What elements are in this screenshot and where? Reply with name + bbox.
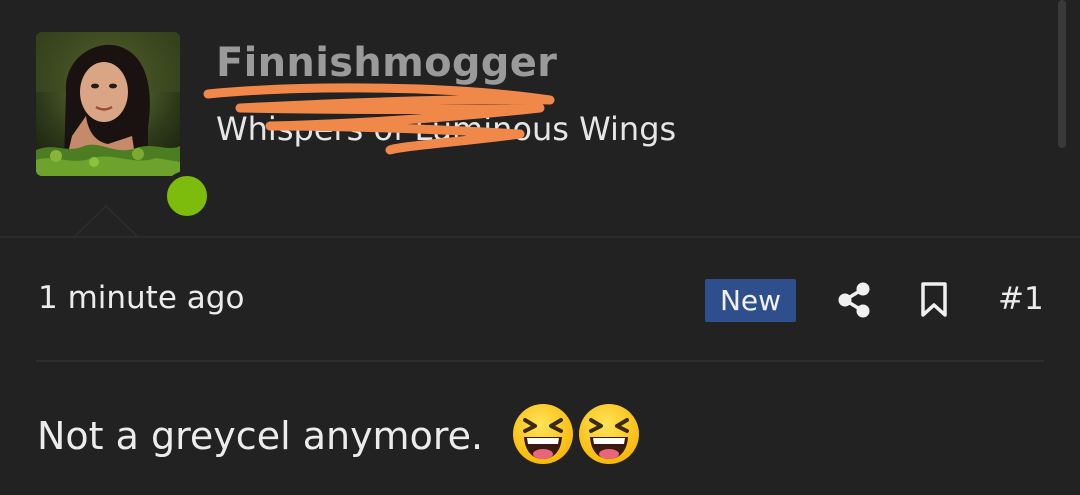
scrollbar[interactable] — [1058, 0, 1066, 148]
post-meta-divider — [36, 360, 1044, 362]
share-button[interactable] — [834, 280, 874, 320]
user-avatar-container[interactable] — [36, 32, 212, 221]
post-body-text: Not a greycel anymore. — [37, 414, 484, 458]
online-status-indicator — [162, 171, 212, 221]
bookmark-icon — [921, 282, 947, 317]
laughing-emoji — [579, 404, 639, 464]
redaction-scribble — [203, 83, 555, 155]
laughing-emoji — [513, 404, 573, 464]
new-badge: New — [705, 279, 796, 322]
post-timestamp[interactable]: 1 minute ago — [38, 280, 244, 316]
share-icon — [838, 282, 870, 318]
post-view: Finnishmogger Whispers of Luminous Wings… — [0, 0, 1080, 495]
header-divider — [0, 236, 1080, 238]
bookmark-button[interactable] — [914, 280, 954, 320]
avatar-image — [36, 32, 180, 176]
avatar[interactable] — [36, 32, 180, 176]
user-card-pointer-inner — [75, 207, 137, 237]
post-author-header: Finnishmogger Whispers of Luminous Wings — [0, 0, 1080, 237]
post-number-link[interactable]: #1 — [998, 281, 1044, 317]
